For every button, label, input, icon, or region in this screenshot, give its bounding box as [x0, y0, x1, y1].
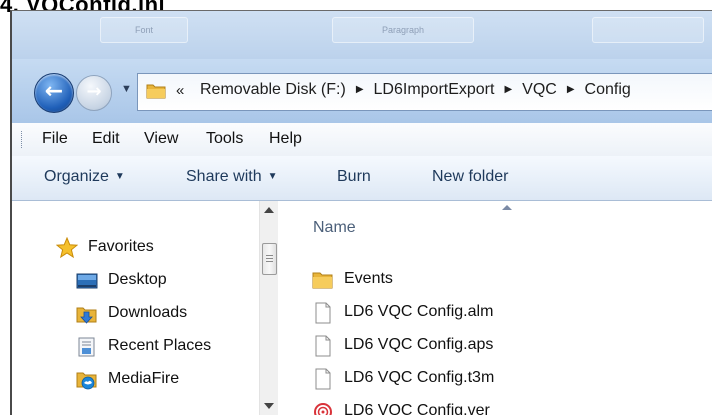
scrollbar-thumb[interactable]	[262, 243, 277, 275]
sidebar-item-label: Downloads	[108, 304, 187, 322]
command-toolbar: Organize ▼ Share with ▼ Burn New folder	[12, 156, 712, 201]
breadcrumb-separator-icon[interactable]: ▶	[567, 84, 575, 95]
document-icon	[312, 335, 334, 357]
menu-bar: File Edit View Tools Help	[12, 123, 712, 157]
sidebar-item-label: Desktop	[108, 271, 167, 289]
file-name: LD6 VQC Config.t3m	[344, 369, 494, 387]
menu-tools[interactable]: Tools	[206, 130, 243, 148]
sidebar-item-label: Favorites	[88, 238, 154, 256]
recent-places-icon	[76, 336, 98, 358]
menu-edit[interactable]: Edit	[92, 130, 120, 148]
desktop-icon	[76, 270, 98, 292]
forward-button[interactable]: →	[76, 75, 112, 111]
share-with-button[interactable]: Share with ▼	[186, 168, 278, 186]
explorer-window: Font Paragraph ← → ▼ « Removable Disk (F…	[10, 10, 712, 415]
menu-file[interactable]: File	[42, 130, 68, 148]
ver-file-icon	[312, 401, 334, 415]
downloads-icon	[76, 303, 98, 325]
sidebar-item-label: MediaFire	[108, 370, 179, 388]
burn-button[interactable]: Burn	[337, 168, 371, 186]
breadcrumb: Removable Disk (F:) ▶ LD6ImportExport ▶ VQC ▶…	[200, 81, 631, 99]
organize-button[interactable]: Organize ▼	[44, 168, 125, 186]
breadcrumb-item-config[interactable]: Config	[585, 81, 631, 98]
ghost-title-button	[592, 17, 704, 43]
file-name: LD6 VQC Config.ver	[344, 402, 490, 415]
thumb-grip-line	[266, 258, 273, 259]
column-header-name[interactable]: Name	[313, 219, 356, 237]
address-bar[interactable]: « Removable Disk (F:) ▶ LD6ImportExport ▶ VQ…	[137, 73, 712, 111]
back-button[interactable]: ←	[34, 73, 74, 113]
menu-grip	[21, 131, 24, 148]
document-icon	[312, 302, 334, 324]
ghost-paragraph-label: Paragraph	[332, 17, 474, 43]
breadcrumb-separator-icon[interactable]: ▶	[356, 84, 364, 95]
thumb-grip-line	[266, 255, 273, 256]
document-icon	[312, 368, 334, 390]
menu-view[interactable]: View	[144, 130, 178, 148]
folder-icon	[145, 80, 167, 102]
share-with-label: Share with	[186, 168, 262, 185]
title-bar: Font Paragraph	[12, 11, 712, 59]
ghost-font-label: Font	[100, 17, 188, 43]
new-folder-button[interactable]: New folder	[432, 168, 508, 186]
navigation-pane-scrollbar[interactable]	[259, 201, 278, 415]
mediafire-icon	[76, 369, 98, 391]
thumb-grip-line	[266, 261, 273, 262]
organize-label: Organize	[44, 168, 109, 185]
file-list-pane: Name Events LD6 VQC Config.alm LD6 VQC C…	[278, 201, 712, 415]
breadcrumb-separator-icon[interactable]: ▶	[504, 84, 512, 95]
file-name: LD6 VQC Config.alm	[344, 303, 493, 321]
breadcrumb-item-removable-disk[interactable]: Removable Disk (F:)	[200, 81, 346, 98]
file-name: Events	[344, 270, 393, 288]
breadcrumb-item-ld6importexport[interactable]: LD6ImportExport	[374, 81, 495, 98]
file-name: LD6 VQC Config.aps	[344, 336, 493, 354]
share-with-dropdown-icon: ▼	[268, 171, 278, 182]
breadcrumb-item-vqc[interactable]: VQC	[522, 81, 557, 98]
menu-help[interactable]: Help	[269, 130, 302, 148]
sort-ascending-icon	[502, 205, 512, 210]
sidebar-item-label: Recent Places	[108, 337, 211, 355]
organize-dropdown-icon: ▼	[115, 171, 125, 182]
address-chevron-icon[interactable]: «	[176, 82, 184, 99]
history-dropdown-icon[interactable]: ▼	[121, 83, 132, 95]
navigation-pane: Favorites Desktop Downloads R	[12, 201, 259, 415]
star-icon	[56, 237, 78, 259]
navigation-bar: ← → ▼ « Removable Disk (F:) ▶ LD6ImportExp…	[12, 59, 712, 123]
scroll-up-arrow-icon[interactable]	[264, 207, 274, 213]
scroll-down-arrow-icon[interactable]	[264, 403, 274, 409]
folder-icon	[312, 269, 334, 291]
